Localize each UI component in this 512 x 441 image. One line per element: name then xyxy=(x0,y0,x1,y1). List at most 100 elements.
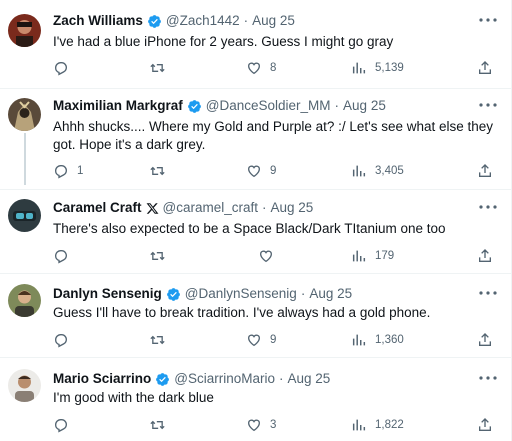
views-button[interactable]: 1,360 xyxy=(351,332,404,348)
user-handle[interactable]: @caramel_craft xyxy=(163,199,258,217)
verified-badge-icon[interactable] xyxy=(147,14,162,29)
views-button[interactable]: 179 xyxy=(351,248,394,264)
separator-dot: · xyxy=(243,13,249,28)
user-handle[interactable]: @DanceSoldier_MM xyxy=(206,97,331,115)
share-button[interactable] xyxy=(477,417,493,433)
separator-dot: · xyxy=(300,286,306,301)
thread-connector xyxy=(24,133,26,185)
heart-icon xyxy=(246,163,262,179)
retweet-button[interactable] xyxy=(149,163,174,179)
reply-button[interactable] xyxy=(53,60,77,76)
reply-button[interactable] xyxy=(53,248,77,264)
display-name[interactable]: Zach Williams xyxy=(53,12,143,30)
user-handle[interactable]: @DanlynSensenig xyxy=(185,285,297,303)
reply-icon xyxy=(53,60,69,76)
avatar[interactable] xyxy=(8,284,41,317)
tweet-text: Ahhh shucks.... Where my Gold and Purple… xyxy=(53,119,494,152)
verified-badge-icon[interactable] xyxy=(155,372,170,387)
timestamp[interactable]: Aug 25 xyxy=(252,12,295,30)
analytics-icon xyxy=(351,163,367,179)
share-icon xyxy=(477,60,493,76)
display-name[interactable]: Mario Sciarrino xyxy=(53,370,151,388)
share-button[interactable] xyxy=(477,163,493,179)
share-button[interactable] xyxy=(477,60,493,76)
tweet[interactable]: Zach Williams @Zach1442 · Aug 25 I've ha… xyxy=(0,0,511,89)
tweet-header: Zach Williams @Zach1442 · Aug 25 xyxy=(53,12,295,30)
heart-icon xyxy=(246,417,262,433)
view-count: 1,360 xyxy=(375,334,404,346)
like-button[interactable] xyxy=(258,248,282,264)
retweet-button[interactable] xyxy=(149,332,174,348)
timestamp[interactable]: Aug 25 xyxy=(343,97,386,115)
like-button[interactable]: 3 xyxy=(246,417,276,433)
like-count: 3 xyxy=(270,419,277,431)
avatar[interactable] xyxy=(8,14,41,47)
more-options-icon[interactable] xyxy=(479,285,497,301)
view-count: 3,405 xyxy=(375,165,404,177)
separator-dot: · xyxy=(334,98,340,113)
verified-badge-icon[interactable] xyxy=(166,287,181,302)
reply-icon xyxy=(53,332,69,348)
reply-icon xyxy=(53,163,69,179)
reply-button[interactable] xyxy=(53,417,77,433)
display-name[interactable]: Danlyn Sensenig xyxy=(53,285,162,303)
user-handle[interactable]: @SciarrinoMario xyxy=(174,370,275,388)
share-button[interactable] xyxy=(477,332,493,348)
retweet-icon xyxy=(149,417,166,433)
views-button[interactable]: 5,139 xyxy=(351,60,404,76)
more-options-icon[interactable] xyxy=(479,97,497,113)
heart-icon xyxy=(258,248,274,264)
more-options-icon[interactable] xyxy=(479,370,497,386)
like-button[interactable]: 8 xyxy=(246,60,276,76)
like-count: 8 xyxy=(270,62,277,74)
reply-button[interactable]: 1 xyxy=(53,163,83,179)
tweet[interactable]: Mario Sciarrino @SciarrinoMario · Aug 25… xyxy=(0,357,511,441)
view-count: 179 xyxy=(375,250,395,262)
share-icon xyxy=(477,417,493,433)
share-button[interactable] xyxy=(477,248,493,264)
user-handle[interactable]: @Zach1442 xyxy=(166,12,240,30)
like-count: 9 xyxy=(270,334,277,346)
avatar[interactable] xyxy=(8,199,41,232)
like-button[interactable]: 9 xyxy=(246,163,276,179)
display-name[interactable]: Caramel Craft xyxy=(53,199,142,217)
like-count: 9 xyxy=(270,165,277,177)
tweet-header: Mario Sciarrino @SciarrinoMario · Aug 25 xyxy=(53,370,330,388)
retweet-button[interactable] xyxy=(149,60,174,76)
timestamp[interactable]: Aug 25 xyxy=(288,370,331,388)
verified-badge-icon[interactable] xyxy=(187,99,202,114)
tweet[interactable]: Caramel Craft @caramel_craft · Aug 25 Th… xyxy=(0,189,511,274)
reply-count: 1 xyxy=(77,165,84,177)
heart-icon xyxy=(246,60,262,76)
retweet-icon xyxy=(149,163,166,179)
analytics-icon xyxy=(351,332,367,348)
action-bar: 8 5,139 xyxy=(53,60,491,80)
retweet-button[interactable] xyxy=(149,248,174,264)
retweet-icon xyxy=(149,248,166,264)
tweet-text: There's also expected to be a Space Blac… xyxy=(53,221,446,236)
tweet-text: I'm good with the dark blue xyxy=(53,390,214,405)
retweet-button[interactable] xyxy=(149,417,174,433)
more-options-icon[interactable] xyxy=(479,12,497,28)
separator-dot: · xyxy=(262,200,267,215)
view-count: 1,822 xyxy=(375,419,404,431)
tweet[interactable]: Danlyn Sensenig @DanlynSensenig · Aug 25… xyxy=(0,273,511,358)
x-affiliate-badge-icon[interactable] xyxy=(146,202,159,215)
action-bar: 3 1,822 xyxy=(53,417,491,437)
like-button[interactable]: 9 xyxy=(246,332,276,348)
reply-icon xyxy=(53,248,69,264)
heart-icon xyxy=(246,332,262,348)
views-button[interactable]: 3,405 xyxy=(351,163,404,179)
analytics-icon xyxy=(351,248,367,264)
avatar[interactable] xyxy=(8,369,41,402)
display-name[interactable]: Maximilian Markgraf xyxy=(53,97,183,115)
avatar[interactable] xyxy=(8,98,41,131)
tweet[interactable]: Maximilian Markgraf @DanceSoldier_MM · A… xyxy=(0,88,511,190)
separator-dot: · xyxy=(279,371,284,386)
views-button[interactable]: 1,822 xyxy=(351,417,404,433)
reply-button[interactable] xyxy=(53,332,77,348)
timestamp[interactable]: Aug 25 xyxy=(271,199,314,217)
more-options-icon[interactable] xyxy=(479,199,497,215)
action-bar: 9 1,360 xyxy=(53,332,491,352)
timestamp[interactable]: Aug 25 xyxy=(309,285,352,303)
